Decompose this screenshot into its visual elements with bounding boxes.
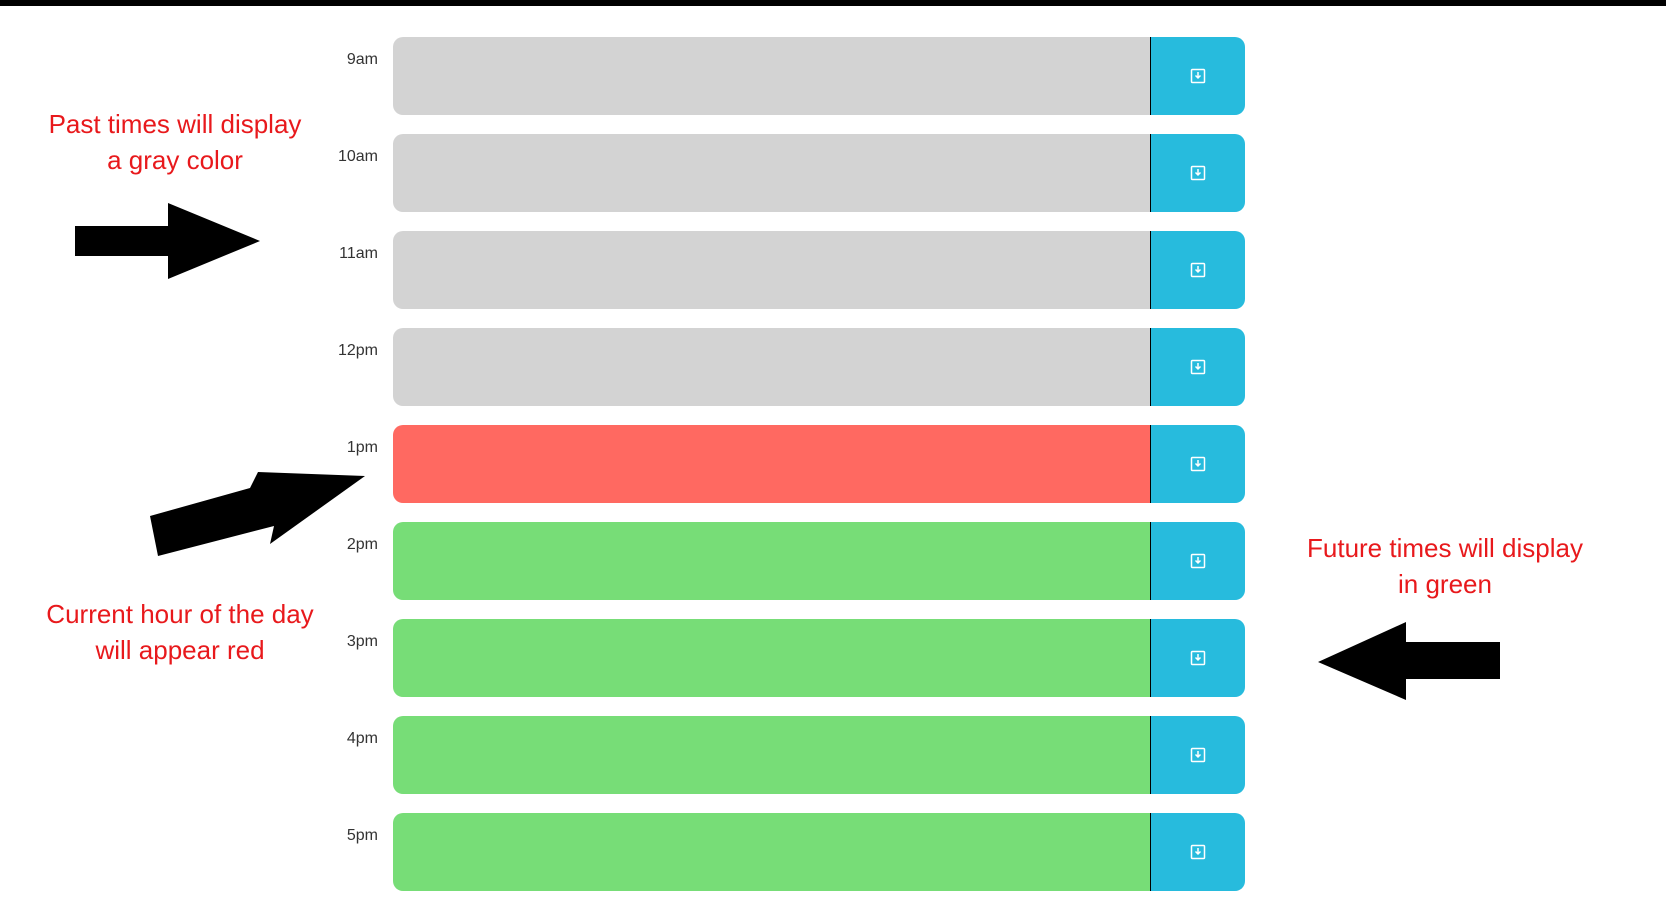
save-icon	[1190, 456, 1206, 472]
save-icon	[1190, 68, 1206, 84]
event-description-input[interactable]	[393, 425, 1151, 503]
arrow-left-icon	[1318, 622, 1500, 700]
top-border	[0, 0, 1666, 6]
event-description-input[interactable]	[393, 231, 1151, 309]
future-times-annotation: Future times will display in green	[1285, 530, 1605, 602]
hour-label: 9am	[346, 51, 378, 68]
save-button[interactable]	[1151, 425, 1245, 503]
time-block-row: 2pm	[300, 522, 1250, 600]
current-hour-annotation: Current hour of the day will appear red	[20, 596, 340, 668]
annotation-line: Past times will display	[48, 109, 302, 139]
save-button[interactable]	[1151, 619, 1245, 697]
time-block-row: 10am	[300, 134, 1250, 212]
hour-schedule: 9am 10am 11am 12pm 1pm 2pm 3pm 4pm 5pm	[300, 37, 1250, 910]
past-times-annotation: Past times will display a gray color	[20, 106, 330, 178]
event-description-input[interactable]	[393, 522, 1151, 600]
save-icon	[1190, 747, 1206, 763]
save-button[interactable]	[1151, 813, 1245, 891]
hour-label: 12pm	[337, 342, 378, 359]
event-description-input[interactable]	[393, 328, 1151, 406]
annotation-line: Future times will display	[1307, 533, 1583, 563]
save-button[interactable]	[1151, 328, 1245, 406]
time-block-row: 9am	[300, 37, 1250, 115]
save-icon	[1190, 650, 1206, 666]
time-block-row: 1pm	[300, 425, 1250, 503]
hour-label: 4pm	[346, 730, 378, 747]
save-icon	[1190, 844, 1206, 860]
arrow-right-icon	[75, 203, 260, 279]
save-button[interactable]	[1151, 134, 1245, 212]
save-button[interactable]	[1151, 522, 1245, 600]
save-button[interactable]	[1151, 716, 1245, 794]
save-icon	[1190, 262, 1206, 278]
save-button[interactable]	[1151, 231, 1245, 309]
save-icon	[1190, 165, 1206, 181]
event-description-input[interactable]	[393, 37, 1151, 115]
annotation-line: in green	[1398, 569, 1492, 599]
time-block-row: 4pm	[300, 716, 1250, 794]
time-block-row: 3pm	[300, 619, 1250, 697]
arrow-up-right-icon	[150, 472, 365, 556]
annotation-line: will appear red	[95, 635, 265, 665]
annotation-line: Current hour of the day	[46, 599, 314, 629]
annotation-line: a gray color	[107, 145, 243, 175]
save-icon	[1190, 553, 1206, 569]
hour-label: 5pm	[346, 827, 378, 844]
time-block-row: 11am	[300, 231, 1250, 309]
time-block-row: 12pm	[300, 328, 1250, 406]
event-description-input[interactable]	[393, 813, 1151, 891]
save-icon	[1190, 359, 1206, 375]
event-description-input[interactable]	[393, 619, 1151, 697]
hour-label: 11am	[339, 245, 378, 262]
event-description-input[interactable]	[393, 716, 1151, 794]
time-block-row: 5pm	[300, 813, 1250, 891]
event-description-input[interactable]	[393, 134, 1151, 212]
save-button[interactable]	[1151, 37, 1245, 115]
hour-label: 1pm	[346, 439, 378, 456]
